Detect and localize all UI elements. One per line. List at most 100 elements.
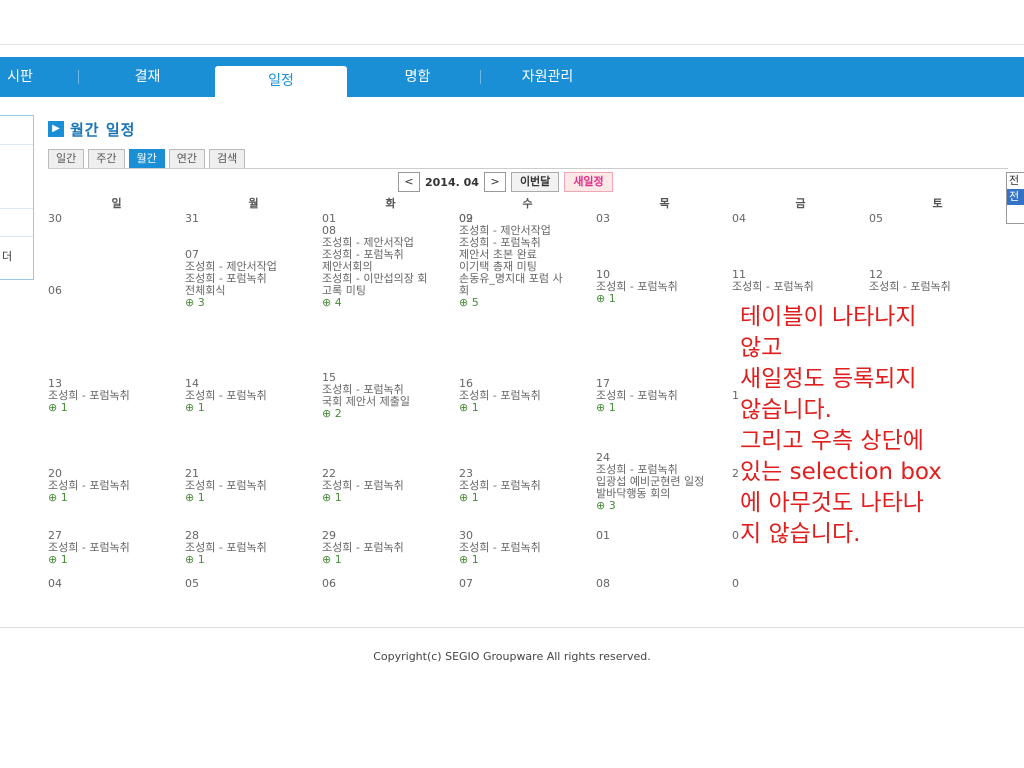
- calendar-event[interactable]: 조성희 - 포럼녹취: [48, 480, 183, 492]
- calendar-day-cell[interactable]: 15 조성희 - 포럼녹취 국회 제안서 제출일 ⊕ 2: [322, 372, 457, 420]
- event-count[interactable]: ⊕ 1: [185, 554, 320, 566]
- calendar-day-cell[interactable]: 17 조성희 - 포럼녹취 ⊕ 1: [596, 378, 731, 414]
- calendar-day-cell[interactable]: 07: [459, 578, 594, 590]
- day-number: 04: [48, 577, 62, 590]
- event-count[interactable]: ⊕ 3: [185, 297, 320, 309]
- calendar-event[interactable]: 조성희 - 포럼녹취: [48, 390, 183, 402]
- calendar-event[interactable]: 조성희 - 포럼녹취: [459, 390, 594, 402]
- annotation-line: 새일정도 등록되지: [740, 366, 917, 392]
- calendar-day-cell[interactable]: 16 조성희 - 포럼녹취 ⊕ 1: [459, 378, 594, 414]
- nav-tab-schedule[interactable]: 일정: [215, 66, 347, 99]
- calendar-day-cell[interactable]: 13 조성희 - 포럼녹취 ⊕ 1: [48, 378, 183, 414]
- calendar-day-cell[interactable]: 21 조성희 - 포럼녹취 ⊕ 1: [185, 468, 320, 504]
- select-option[interactable]: 전: [1007, 173, 1024, 189]
- nav-tab-resources[interactable]: 자원관리: [500, 57, 595, 97]
- event-count[interactable]: ⊕ 1: [48, 492, 183, 504]
- event-count[interactable]: ⊕ 5: [459, 297, 594, 309]
- calendar-event[interactable]: 국회 제안서 제출일: [322, 396, 457, 408]
- calendar-event[interactable]: 고록 미팅: [322, 285, 457, 297]
- calendar-event[interactable]: 발바닥행동 회의: [596, 488, 731, 500]
- calendar-day-cell[interactable]: 04: [48, 578, 183, 590]
- calendar-day-cell[interactable]: 23 조성희 - 포럼녹취 ⊕ 1: [459, 468, 594, 504]
- calendar-event[interactable]: 조성희 - 포럼녹취: [185, 480, 320, 492]
- calendar-day-cell[interactable]: 01: [596, 530, 731, 542]
- event-count[interactable]: ⊕ 1: [596, 293, 731, 305]
- calendar-day-cell[interactable]: 03: [596, 213, 731, 225]
- tab-daily[interactable]: 일간: [48, 149, 85, 168]
- calendar-day-cell[interactable]: 05: [869, 213, 1004, 225]
- event-count[interactable]: ⊕ 1: [459, 402, 594, 414]
- calendar-day-cell[interactable]: 12 조성희 - 포럼녹취: [869, 269, 1004, 293]
- tab-weekly[interactable]: 주간: [88, 149, 125, 168]
- add-event-icon: ⊕: [185, 401, 198, 414]
- event-count[interactable]: ⊕ 1: [185, 402, 320, 414]
- calendar-day-cell[interactable]: 30: [48, 213, 183, 225]
- event-count[interactable]: ⊕ 1: [48, 554, 183, 566]
- calendar-event[interactable]: 조성희 - 포럼녹취: [322, 542, 457, 554]
- calendar-day-cell[interactable]: 04: [732, 213, 867, 225]
- tab-search[interactable]: 검색: [209, 149, 246, 168]
- tab-yearly[interactable]: 연간: [168, 149, 205, 168]
- this-month-button[interactable]: 이번달: [510, 172, 560, 192]
- calendar-day-cell[interactable]: 28 조성희 - 포럼녹취 ⊕ 1: [185, 530, 320, 566]
- calendar-event[interactable]: 회: [459, 285, 594, 297]
- calendar-day-cell[interactable]: 08: [596, 578, 731, 590]
- calendar-event[interactable]: 조성희 - 포럼녹취: [48, 542, 183, 554]
- calendar-day-cell[interactable]: 06: [48, 285, 183, 297]
- calendar-day-cell[interactable]: 07 조성희 - 제안서작업 조성희 - 포럼녹취 전체회식 ⊕ 3: [185, 249, 320, 309]
- new-event-button[interactable]: 새일정: [564, 172, 613, 192]
- calendar-day-cell[interactable]: 14 조성희 - 포럼녹취 ⊕ 1: [185, 378, 320, 414]
- calendar-event[interactable]: 조성희 - 포럼녹취: [459, 480, 594, 492]
- calendar-day-cell[interactable]: 20 조성희 - 포럼녹취 ⊕ 1: [48, 468, 183, 504]
- event-count[interactable]: ⊕ 4: [322, 297, 457, 309]
- top-divider: [0, 44, 1024, 45]
- calendar-day-cell[interactable]: 29 조성희 - 포럼녹취 ⊕ 1: [322, 530, 457, 566]
- main-nav: 시판 결재 일정 명함 자원관리: [0, 57, 1024, 99]
- calendar-event[interactable]: 조성희 - 포럼녹취: [459, 542, 594, 554]
- calendar-event[interactable]: 조성희 - 포럼녹취: [185, 390, 320, 402]
- next-month-button[interactable]: >: [483, 172, 506, 192]
- calendar-day-cell[interactable]: 01: [322, 213, 457, 225]
- calendar-day-cell[interactable]: 06: [322, 578, 457, 590]
- event-count[interactable]: ⊕ 1: [185, 492, 320, 504]
- event-count-value: 1: [471, 401, 479, 414]
- nav-tab-board[interactable]: 시판: [0, 57, 40, 97]
- event-count[interactable]: ⊕ 1: [459, 492, 594, 504]
- calendar-day-cell[interactable]: 09 조성희 - 제안서작업 조성희 - 포럼녹취 제안서 초본 완료 이기택 총재 미…: [459, 213, 594, 309]
- calendar-event[interactable]: 조성희 - 포럼녹취: [596, 390, 731, 402]
- calendar-day-cell[interactable]: 08 조성희 - 제안서작업 조성희 - 포럼녹취 제안서회의 조성희 - 이만섭의장 …: [322, 225, 457, 309]
- event-count[interactable]: ⊕ 1: [596, 402, 731, 414]
- calendar-day-cell[interactable]: 05: [185, 578, 320, 590]
- day-number: 07: [459, 577, 473, 590]
- calendar-event[interactable]: 조성희 - 포럼녹취: [732, 281, 867, 293]
- calendar-day-cell[interactable]: 31: [185, 213, 320, 225]
- sidebar-item-more[interactable]: 더: [2, 248, 12, 264]
- calendar-day-cell[interactable]: 10 조성희 - 포럼녹취 ⊕ 1: [596, 269, 731, 305]
- event-count[interactable]: ⊕ 1: [459, 554, 594, 566]
- event-count[interactable]: ⊕ 1: [322, 554, 457, 566]
- event-count[interactable]: ⊕ 1: [322, 492, 457, 504]
- calendar-day-cell[interactable]: 24 조성희 - 포럼녹취 입광섭 예비군현련 일정 발바닥행동 회의 ⊕ 3: [596, 452, 731, 512]
- calendar-event[interactable]: 조성희 - 포럼녹취: [322, 480, 457, 492]
- calendar-event[interactable]: 전체회식: [185, 285, 320, 297]
- nav-tab-business-cards[interactable]: 명함: [370, 57, 465, 97]
- calendar-event[interactable]: 조성희 - 포럼녹취: [869, 281, 1004, 293]
- calendar-day-cell[interactable]: 22 조성희 - 포럼녹취 ⊕ 1: [322, 468, 457, 504]
- select-option-selected[interactable]: 전: [1007, 189, 1024, 205]
- nav-tab-approval[interactable]: 결재: [100, 57, 195, 97]
- calendar-select-box[interactable]: 전 전: [1006, 172, 1024, 224]
- event-count[interactable]: ⊕ 3: [596, 500, 731, 512]
- tab-monthly[interactable]: 월간: [128, 149, 165, 168]
- day-number: 04: [732, 212, 746, 225]
- calendar-event[interactable]: 조성희 - 포럼녹취: [185, 542, 320, 554]
- calendar-day-cell[interactable]: 30 조성희 - 포럼녹취 ⊕ 1: [459, 530, 594, 566]
- event-count[interactable]: ⊕ 2: [322, 408, 457, 420]
- prev-month-button[interactable]: <: [398, 172, 420, 192]
- calendar-event[interactable]: 조성희 - 포럼녹취: [596, 281, 731, 293]
- calendar-day-cell[interactable]: 0: [732, 578, 867, 590]
- calendar-day-cell[interactable]: 11 조성희 - 포럼녹취: [732, 269, 867, 293]
- day-number: 01: [322, 212, 336, 225]
- calendar-event[interactable]: 손동유_명지대 포럼 사: [459, 273, 594, 285]
- event-count[interactable]: ⊕ 1: [48, 402, 183, 414]
- calendar-day-cell[interactable]: 27 조성희 - 포럼녹취 ⊕ 1: [48, 530, 183, 566]
